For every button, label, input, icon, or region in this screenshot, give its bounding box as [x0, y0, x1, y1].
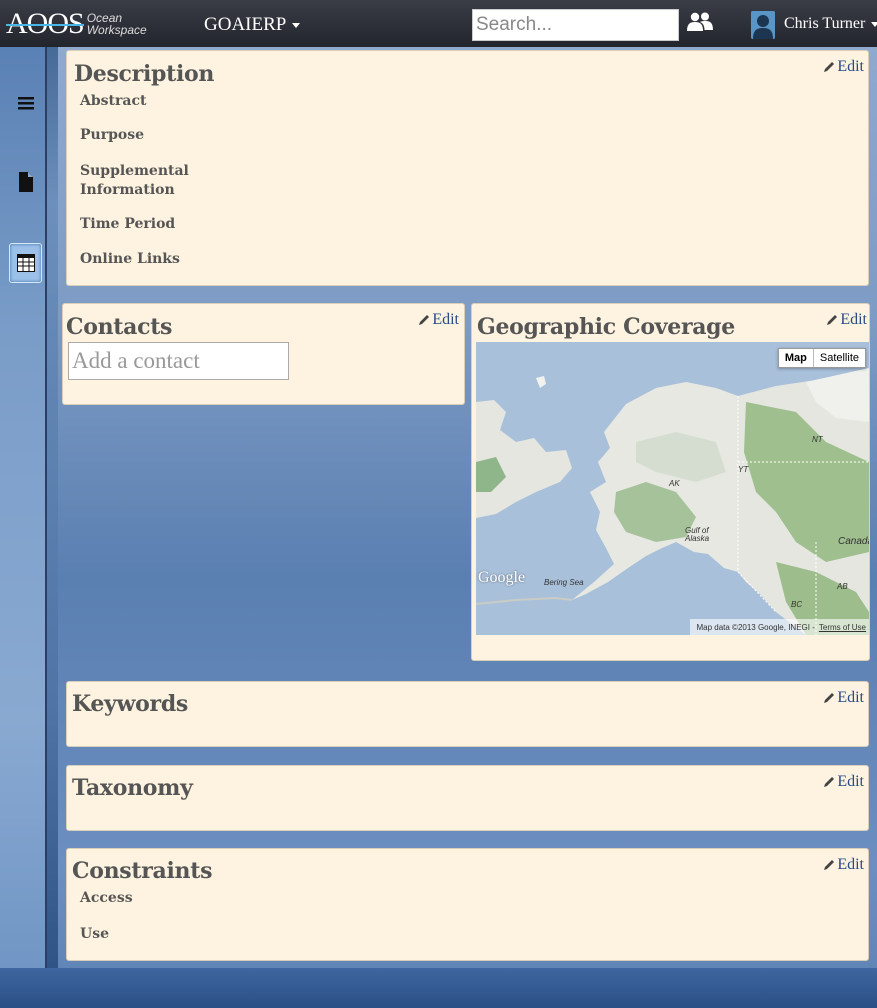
taxonomy-edit-link[interactable]: Edit: [823, 773, 864, 791]
map-label-bering-sea: Bering Sea: [544, 578, 584, 587]
sidebar: [0, 47, 47, 1008]
constraints-title: Constraints: [72, 858, 213, 884]
map-tiles: [476, 342, 869, 635]
main-content: Description Edit Abstract Purpose Supple…: [58, 47, 877, 1008]
pencil-icon: [824, 777, 835, 787]
map-label-ab: AB: [837, 582, 848, 591]
field-time-period: Time Period: [80, 216, 176, 232]
terms-of-use-link[interactable]: Terms of Use: [819, 623, 866, 632]
sidebar-item-table[interactable]: [9, 243, 42, 283]
geographic-edit-link[interactable]: Edit: [826, 311, 867, 329]
caret-down-icon: [871, 21, 877, 27]
menu-icon: [17, 97, 34, 110]
keywords-panel: Keywords Edit: [66, 681, 869, 747]
field-online-links: Online Links: [80, 251, 180, 267]
aoos-logo[interactable]: AOOS Ocean Workspace: [6, 4, 147, 44]
description-title: Description: [74, 61, 215, 87]
keywords-title: Keywords: [72, 691, 188, 717]
user-menu[interactable]: Chris Turner: [784, 15, 877, 33]
contacts-edit-link[interactable]: Edit: [418, 311, 459, 329]
contacts-panel: Contacts Edit: [62, 303, 465, 405]
taxonomy-title: Taxonomy: [72, 775, 193, 801]
field-use: Use: [80, 926, 109, 942]
geographic-coverage-panel: Geographic Coverage Edit Map Satellite A…: [471, 303, 870, 661]
map-label-alaska: Alaska: [685, 534, 710, 543]
user-name: Chris Turner: [784, 15, 866, 32]
user-avatar[interactable]: [751, 11, 775, 39]
search-input[interactable]: [472, 9, 679, 41]
project-dropdown[interactable]: GOAIERP: [204, 14, 301, 36]
taxonomy-panel: Taxonomy Edit: [66, 765, 869, 831]
map-attribution: Map data ©2013 Google, INEGI - Terms of U…: [690, 619, 869, 635]
description-edit-link[interactable]: Edit: [823, 58, 864, 76]
table-icon: [16, 254, 35, 272]
pencil-icon: [824, 860, 835, 870]
map-label-ak: AK: [669, 479, 680, 488]
map-label-nt: NT: [812, 435, 823, 444]
users-icon[interactable]: [686, 11, 714, 33]
description-panel: Description Edit Abstract Purpose Supple…: [66, 50, 869, 286]
top-navbar: AOOS Ocean Workspace GOAIERP Chris Turne…: [0, 0, 877, 47]
field-information: Information: [80, 182, 175, 198]
coverage-map[interactable]: Map Satellite AK YT NT Canada Gulf of Al…: [476, 342, 869, 635]
sidebar-item-document[interactable]: [9, 162, 42, 202]
pencil-icon: [419, 315, 430, 325]
pencil-icon: [827, 315, 838, 325]
constraints-panel: Constraints Edit Access Use: [66, 848, 869, 961]
logo-text: AOOS: [6, 7, 85, 40]
add-contact-input[interactable]: [68, 342, 289, 380]
pencil-icon: [824, 693, 835, 703]
sidebar-item-menu[interactable]: [9, 83, 42, 123]
pencil-icon: [824, 62, 835, 72]
map-type-toggle: Map Satellite: [777, 348, 866, 368]
field-supplemental: Supplemental: [80, 163, 189, 179]
map-button[interactable]: Map: [778, 349, 814, 367]
google-logo: Google: [478, 569, 526, 586]
constraints-edit-link[interactable]: Edit: [823, 856, 864, 874]
field-purpose: Purpose: [80, 127, 144, 143]
keywords-edit-link[interactable]: Edit: [823, 689, 864, 707]
contacts-title: Contacts: [66, 314, 173, 340]
document-icon: [18, 172, 33, 192]
map-label-canada: Canada: [838, 536, 869, 547]
map-label-yt: YT: [738, 465, 749, 474]
field-abstract: Abstract: [80, 93, 147, 109]
geographic-title: Geographic Coverage: [477, 314, 735, 340]
project-name: GOAIERP: [204, 14, 287, 35]
field-access: Access: [80, 890, 133, 906]
footer-bar: [0, 968, 877, 1008]
map-label-bc: BC: [791, 600, 803, 609]
satellite-button[interactable]: Satellite: [813, 349, 865, 367]
caret-down-icon: [292, 23, 301, 29]
logo-subtitle: Ocean Workspace: [86, 11, 147, 37]
